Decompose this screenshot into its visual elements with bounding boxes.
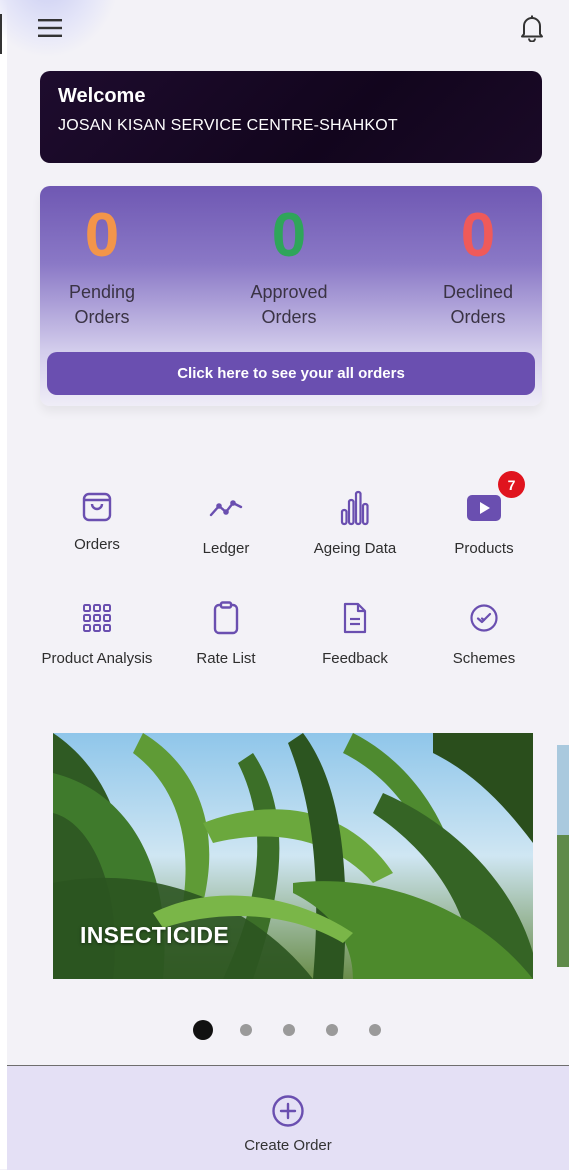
trend-line-icon <box>209 500 243 517</box>
carousel-indicators <box>193 1020 412 1040</box>
hamburger-menu-icon <box>38 19 62 37</box>
banner-slide-insecticide[interactable]: INSECTICIDE <box>53 733 533 979</box>
declined-orders-label: Declined Orders <box>408 280 548 330</box>
pending-orders-label-line1: Pending <box>68 282 136 302</box>
approved-orders-stat[interactable]: 0 Approved Orders <box>219 200 359 330</box>
banner-title: INSECTICIDE <box>80 922 229 948</box>
bottom-action-bar: Create Order <box>7 1065 569 1170</box>
grid-dots-icon <box>83 604 111 632</box>
approved-orders-label: Approved Orders <box>219 280 359 330</box>
quick-link-feedback-label: Feedback <box>322 650 388 667</box>
orders-summary-card: 0 Pending Orders 0 Approved Orders 0 Dec… <box>40 186 542 406</box>
declined-orders-count: 0 <box>460 201 496 270</box>
menu-button[interactable] <box>37 16 63 40</box>
clipboard-icon <box>213 601 239 635</box>
left-edge-rule <box>0 14 2 54</box>
document-icon <box>343 602 367 634</box>
next-banner-image <box>557 745 569 967</box>
quick-link-ageing-data-label: Ageing Data <box>313 540 397 557</box>
quick-link-rate-list-label: Rate List <box>196 650 256 667</box>
quick-link-feedback[interactable]: Feedback <box>290 598 420 667</box>
dealer-name: JOSAN KISAN SERVICE CENTRE-SHAHKOT <box>58 117 398 134</box>
quick-link-products[interactable]: 7 Products <box>419 471 549 557</box>
quick-link-ledger-label: Ledger <box>202 540 250 557</box>
quick-link-product-analysis[interactable]: Product Analysis <box>32 598 162 667</box>
notifications-button[interactable] <box>517 13 547 43</box>
welcome-card: Welcome JOSAN KISAN SERVICE CENTRE-SHAHK… <box>40 71 542 163</box>
quick-link-ageing-data[interactable]: Ageing Data <box>290 488 420 557</box>
bell-icon <box>521 15 543 42</box>
approved-orders-count: 0 <box>271 201 307 270</box>
quick-link-orders-label: Orders <box>74 536 120 553</box>
carousel-dot-1[interactable] <box>193 1020 213 1040</box>
next-banner-peek[interactable] <box>557 745 569 967</box>
pending-orders-count: 0 <box>84 201 120 270</box>
quick-link-ledger[interactable]: Ledger <box>161 488 291 557</box>
carousel-dot-3[interactable] <box>283 1024 295 1036</box>
plus-circle-icon <box>272 1095 304 1127</box>
declined-orders-label-line2: Orders <box>450 307 506 327</box>
quick-link-schemes-label: Schemes <box>452 650 516 667</box>
declined-orders-label-line1: Declined <box>442 282 514 302</box>
approved-orders-label-line2: Orders <box>261 307 317 327</box>
welcome-title: Welcome <box>58 85 146 107</box>
see-all-orders-button[interactable]: Click here to see your all orders <box>47 352 535 395</box>
shopping-bag-icon <box>82 492 112 522</box>
carousel-dot-5[interactable] <box>369 1024 381 1036</box>
quick-link-schemes[interactable]: Schemes <box>419 598 549 667</box>
carousel-dot-4[interactable] <box>326 1024 338 1036</box>
bar-chart-icon <box>340 490 369 526</box>
products-badge: 7 <box>498 471 525 498</box>
pending-orders-label: Pending Orders <box>32 280 172 330</box>
declined-orders-stat[interactable]: 0 Declined Orders <box>408 200 548 330</box>
quick-link-product-analysis-label: Product Analysis <box>41 650 153 667</box>
left-edge <box>0 0 7 1169</box>
pending-orders-stat[interactable]: 0 Pending Orders <box>32 200 172 330</box>
approved-orders-label-line1: Approved <box>250 282 328 302</box>
create-order-button[interactable]: Create Order <box>228 1094 348 1154</box>
verified-badge-icon <box>470 604 498 632</box>
quick-link-products-label: Products <box>454 540 514 557</box>
video-play-icon <box>467 495 501 521</box>
carousel-dot-2[interactable] <box>240 1024 252 1036</box>
quick-link-rate-list[interactable]: Rate List <box>161 598 291 667</box>
quick-link-orders[interactable]: Orders <box>32 486 162 553</box>
top-app-bar <box>7 0 569 58</box>
pending-orders-label-line2: Orders <box>74 307 130 327</box>
create-order-label: Create Order <box>244 1137 332 1154</box>
